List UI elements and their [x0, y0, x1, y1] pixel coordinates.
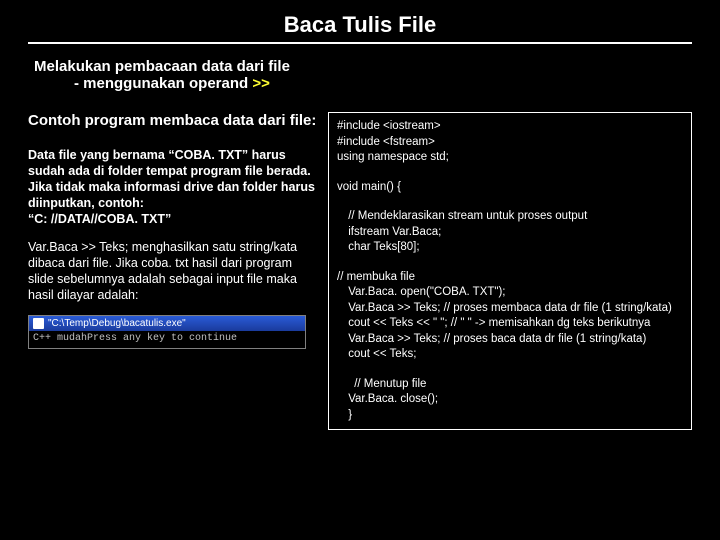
console-titlebar-text: "C:\Temp\Debug\bacatulis.exe": [48, 318, 186, 329]
code-line: }: [337, 408, 683, 424]
code-blank: [337, 166, 683, 180]
code-line: Var.Baca. open("COBA. TXT");: [337, 285, 683, 301]
code-blank: [337, 363, 683, 377]
code-box: #include <iostream> #include <fstream> u…: [328, 112, 692, 430]
explain-para-2: Var.Baca >> Teks; menghasilkan satu stri…: [28, 239, 318, 303]
code-line: // Mendeklarasikan stream untuk proses o…: [337, 209, 683, 225]
code-line: #include <fstream>: [337, 135, 683, 151]
operand-symbol: >>: [252, 75, 270, 92]
code-line: Var.Baca >> Teks; // proses membaca data…: [337, 301, 683, 317]
code-line: void main() {: [337, 180, 683, 196]
code-blank: [337, 195, 683, 209]
subtitle-line-2: - menggunakan operand >>: [74, 75, 692, 92]
code-line: cout << Teks << " "; // " " -> memisahka…: [337, 316, 683, 332]
code-line: // membuka file: [337, 270, 683, 286]
console-app-icon: [33, 318, 44, 329]
code-line: ifstream Var.Baca;: [337, 225, 683, 241]
code-line: Var.Baca. close();: [337, 392, 683, 408]
code-line: #include <iostream>: [337, 119, 683, 135]
explain-para-1: Data file yang bernama “COBA. TXT” harus…: [28, 147, 318, 227]
title-divider: [28, 42, 692, 44]
example-heading: Contoh program membaca data dari file:: [28, 112, 318, 131]
console-body: C++ mudahPress any key to continue: [29, 331, 305, 348]
page-title: Baca Tulis File: [28, 12, 692, 38]
subtitle-line-1: Melakukan pembacaan data dari file: [34, 58, 692, 75]
code-line: using namespace std;: [337, 150, 683, 166]
content-row: Contoh program membaca data dari file: D…: [28, 112, 692, 430]
subtitle-prefix: - menggunakan operand: [74, 75, 252, 92]
code-line: Var.Baca >> Teks; // proses baca data dr…: [337, 332, 683, 348]
console-window: "C:\Temp\Debug\bacatulis.exe" C++ mudahP…: [28, 315, 306, 349]
code-line: char Teks[80];: [337, 240, 683, 256]
left-column: Contoh program membaca data dari file: D…: [28, 112, 318, 430]
code-line: cout << Teks;: [337, 347, 683, 363]
code-blank: [337, 256, 683, 270]
code-line: // Menutup file: [337, 377, 683, 393]
console-titlebar: "C:\Temp\Debug\bacatulis.exe": [29, 316, 305, 331]
